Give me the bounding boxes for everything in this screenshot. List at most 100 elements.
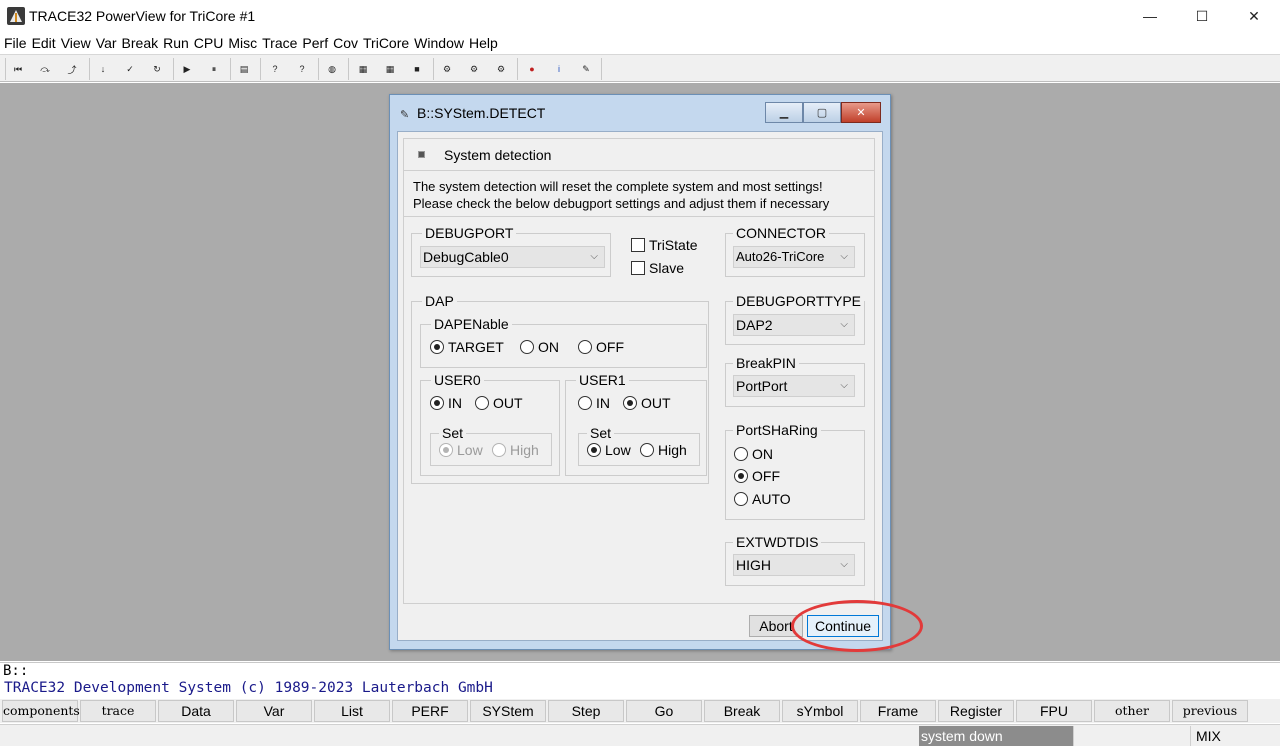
debug-mode-indicator: MIX: [1196, 728, 1221, 744]
register-icon[interactable]: ▦: [380, 59, 400, 79]
radio-indicator[interactable]: [734, 469, 748, 483]
softkey-fpu[interactable]: FPU: [1016, 700, 1092, 722]
user0-out-radio[interactable]: OUT: [475, 395, 523, 411]
menu-break[interactable]: Break: [122, 35, 159, 51]
dialog-minimize-button[interactable]: ▁: [765, 102, 803, 123]
extwdtdis-select[interactable]: HIGH ⌵: [733, 554, 855, 576]
softkey-other[interactable]: other: [1094, 700, 1170, 722]
softkey-break[interactable]: Break: [704, 700, 780, 722]
debugport-select[interactable]: DebugCable0 ⌵: [420, 246, 605, 268]
softkey-register[interactable]: Register: [938, 700, 1014, 722]
step-into-icon[interactable]: ⏮: [8, 59, 28, 79]
continue-button[interactable]: Continue: [807, 615, 879, 637]
chart-icon[interactable]: ⚙: [491, 59, 511, 79]
menu-run[interactable]: Run: [163, 35, 189, 51]
radio-indicator[interactable]: [578, 396, 592, 410]
close-button[interactable]: ✕: [1228, 0, 1280, 32]
command-input[interactable]: B::: [0, 662, 1280, 680]
slave-checkbox[interactable]: Slave: [631, 260, 684, 276]
portsharing-auto-radio[interactable]: AUTO: [734, 491, 791, 507]
softkey-list[interactable]: List: [314, 700, 390, 722]
info-icon[interactable]: i: [549, 59, 569, 79]
radio-indicator[interactable]: [734, 492, 748, 506]
softkey-step[interactable]: Step: [548, 700, 624, 722]
softkey-go[interactable]: Go: [626, 700, 702, 722]
debugport-group: DEBUGPORT DebugCable0 ⌵: [411, 225, 611, 277]
menu-help[interactable]: Help: [469, 35, 498, 51]
softkey-trace[interactable]: trace: [80, 700, 156, 722]
softkey-symbol[interactable]: sYmbol: [782, 700, 858, 722]
menu-window[interactable]: Window: [414, 35, 464, 51]
window-icon[interactable]: ▦: [353, 59, 373, 79]
menu-var[interactable]: Var: [96, 35, 117, 51]
go-icon[interactable]: ▶: [177, 59, 197, 79]
debugporttype-select[interactable]: DAP2 ⌵: [733, 314, 855, 336]
minimize-button[interactable]: —: [1124, 0, 1176, 32]
menu-view[interactable]: View: [61, 35, 91, 51]
menu-misc[interactable]: Misc: [228, 35, 257, 51]
connector-select[interactable]: Auto26-TriCore ⌵: [733, 246, 855, 268]
softkey-var[interactable]: Var: [236, 700, 312, 722]
tristate-box[interactable]: [631, 238, 645, 252]
menu-tricore[interactable]: TriCore: [363, 35, 409, 51]
check-icon[interactable]: ✓: [120, 59, 140, 79]
return-icon[interactable]: ↻: [147, 59, 167, 79]
radio-indicator[interactable]: [430, 396, 444, 410]
dialog-maximize-button[interactable]: ▢: [803, 102, 841, 123]
menu-trace[interactable]: Trace: [262, 35, 297, 51]
user1-low-radio[interactable]: Low: [587, 442, 631, 458]
radio-indicator[interactable]: [475, 396, 489, 410]
dapenable-target-radio[interactable]: TARGET: [430, 339, 504, 355]
user1-high-radio[interactable]: High: [640, 442, 687, 458]
radio-indicator[interactable]: [520, 340, 534, 354]
radio-indicator[interactable]: [623, 396, 637, 410]
step-over-icon[interactable]: ⤼: [35, 59, 55, 79]
help-icon[interactable]: ?: [265, 59, 285, 79]
softkey-components[interactable]: components: [2, 700, 80, 722]
radio-indicator[interactable]: [587, 443, 601, 457]
portsharing-on-label: ON: [752, 446, 773, 462]
softkey-previous[interactable]: previous: [1172, 700, 1248, 722]
tristate-checkbox[interactable]: TriState: [631, 237, 698, 253]
context-help-icon[interactable]: ?: [292, 59, 312, 79]
radio-indicator[interactable]: [640, 443, 654, 457]
radio-indicator[interactable]: [578, 340, 592, 354]
menu-perf[interactable]: Perf: [302, 35, 328, 51]
menu-cov[interactable]: Cov: [333, 35, 358, 51]
maximize-button[interactable]: ☐: [1176, 0, 1228, 32]
step-up-icon[interactable]: ⤴: [62, 59, 82, 79]
softkey-system[interactable]: SYStem: [470, 700, 546, 722]
radio-indicator[interactable]: [734, 447, 748, 461]
radio-indicator[interactable]: [430, 340, 444, 354]
down-icon[interactable]: ↓: [93, 59, 113, 79]
softkey-frame[interactable]: Frame: [860, 700, 936, 722]
list-icon[interactable]: ▤: [234, 59, 254, 79]
user0-in-radio[interactable]: IN: [430, 395, 462, 411]
section-header[interactable]: System detection: [403, 138, 875, 171]
trace-list-icon[interactable]: ⚙: [464, 59, 484, 79]
menu-cpu[interactable]: CPU: [194, 35, 224, 51]
softkey-perf[interactable]: PERF: [392, 700, 468, 722]
tool-icon[interactable]: ✎: [576, 59, 596, 79]
dapenable-off-radio[interactable]: OFF: [578, 339, 624, 355]
menu-edit[interactable]: Edit: [32, 35, 56, 51]
dialog-title-bar[interactable]: ✎ B::SYStem.DETECT ▁ ▢ ✕: [390, 95, 890, 131]
portsharing-off-radio[interactable]: OFF: [734, 468, 780, 484]
break-icon[interactable]: ⏸: [204, 59, 224, 79]
breakpin-select[interactable]: PortPort ⌵: [733, 375, 855, 397]
dialog-close-button[interactable]: ✕: [841, 102, 881, 123]
softkey-data[interactable]: Data: [158, 700, 234, 722]
bug-icon[interactable]: ●: [522, 59, 542, 79]
slave-box[interactable]: [631, 261, 645, 275]
dapenable-on-radio[interactable]: ON: [520, 339, 559, 355]
title-bar: TRACE32 PowerView for TriCore #1 — ☐ ✕: [0, 0, 1280, 32]
trace-icon[interactable]: ⚙: [437, 59, 457, 79]
portsharing-on-radio[interactable]: ON: [734, 446, 773, 462]
user1-in-radio[interactable]: IN: [578, 395, 610, 411]
abort-button[interactable]: Abort: [749, 615, 803, 637]
globe-icon[interactable]: ◍: [322, 59, 342, 79]
user0-low-radio: Low: [439, 442, 483, 458]
stop-icon[interactable]: ■: [407, 59, 427, 79]
user1-out-radio[interactable]: OUT: [623, 395, 671, 411]
menu-file[interactable]: File: [4, 35, 27, 51]
